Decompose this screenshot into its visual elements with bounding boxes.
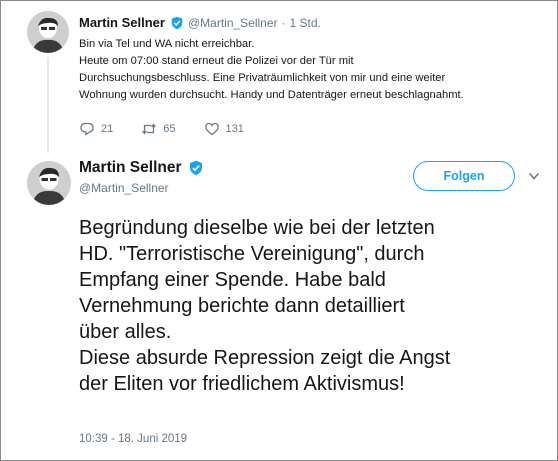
thread-connector-line: [47, 57, 49, 153]
tweet-text-line: Wohnung wurden durchsucht. Handy und Dat…: [79, 89, 464, 101]
tweet-timestamp[interactable]: 10:39 - 18. Juni 2019: [79, 433, 187, 445]
retweet-button[interactable]: 65: [141, 121, 176, 137]
like-count: 131: [225, 123, 244, 135]
tweet-screenshot-frame: Martin Sellner @Martin_Sellner · 1 Std. …: [0, 0, 558, 461]
tweet-text-line: Vernehmung berichte dann detailliert: [79, 295, 405, 317]
heart-icon: [204, 122, 219, 136]
tweet-text-line: Empfang einer Spende. Habe bald: [79, 269, 386, 291]
avatar[interactable]: [27, 11, 69, 53]
main-tweet-text: Begründung dieselbe wie bei der letzten …: [79, 215, 549, 397]
tweet-actions: 21 65 131: [79, 121, 272, 137]
author-handle[interactable]: @Martin_Sellner: [188, 16, 278, 30]
verified-badge-icon: [170, 16, 184, 30]
tweet-text-line: Durchsuchungsbeschluss. Eine Privaträuml…: [79, 72, 446, 84]
parent-tweet[interactable]: Martin Sellner @Martin_Sellner · 1 Std. …: [1, 1, 558, 153]
tweet-text-line: Bin via Tel und WA nicht erreichbar.: [79, 38, 255, 50]
verified-badge-icon: [188, 160, 204, 176]
follow-button[interactable]: Folgen: [413, 161, 515, 191]
tweet-text-line: über alles.: [79, 321, 172, 343]
author-name[interactable]: Martin Sellner: [79, 15, 165, 30]
tweet-text-line: Diese absurde Repression zeigt die Angst: [79, 347, 451, 369]
meta-separator: ·: [281, 15, 286, 30]
author-handle[interactable]: @Martin_Sellner: [79, 181, 169, 195]
reply-icon: [80, 122, 94, 136]
reply-button[interactable]: 21: [79, 121, 113, 137]
chevron-down-icon[interactable]: [527, 169, 541, 183]
reply-count: 21: [101, 123, 114, 135]
tweet-text-line: Heute om 07:00 stand erneut die Polizei …: [79, 55, 354, 67]
retweet-icon: [142, 123, 157, 135]
retweet-count: 65: [163, 123, 176, 135]
tweet-time[interactable]: 1 Std.: [290, 16, 321, 30]
parent-tweet-header: Martin Sellner @Martin_Sellner · 1 Std.: [79, 15, 321, 30]
avatar[interactable]: [27, 161, 71, 205]
main-author-row: Martin Sellner: [79, 159, 208, 177]
tweet-text-line: HD. "Terroristische Vereinigung", durch: [79, 243, 425, 265]
tweet-text-line: der Eliten vor friedlichem Aktivismus!: [79, 373, 405, 395]
parent-tweet-text: Bin via Tel und WA nicht erreichbar. Heu…: [79, 36, 549, 104]
like-button[interactable]: 131: [204, 121, 244, 137]
author-name[interactable]: Martin Sellner: [79, 159, 182, 177]
tweet-text-line: Begründung dieselbe wie bei der letzten: [79, 217, 435, 239]
